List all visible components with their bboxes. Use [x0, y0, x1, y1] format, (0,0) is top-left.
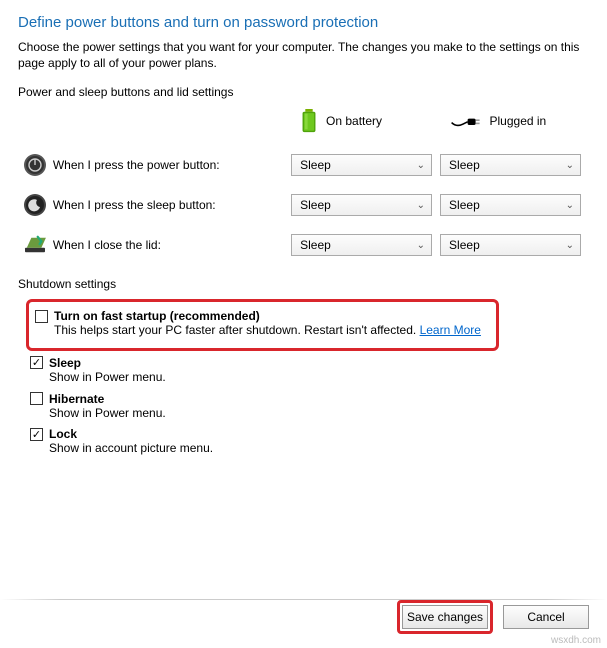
chevron-down-icon: ⌄ — [566, 240, 574, 251]
hibernate-checkbox[interactable] — [30, 392, 43, 405]
shutdown-section-label: Shutdown settings — [18, 277, 589, 291]
close-lid-battery-dropdown[interactable]: Sleep⌄ — [291, 234, 432, 256]
cancel-button[interactable]: Cancel — [503, 605, 589, 629]
footer: Save changes Cancel — [397, 600, 589, 634]
sleep-item: ✓ Sleep Show in Power menu. — [18, 353, 589, 389]
fast-startup-label: Turn on fast startup (recommended) — [54, 309, 260, 323]
chevron-down-icon: ⌄ — [566, 160, 574, 171]
row-sleep-button: When I press the sleep button: Sleep⌄ Sl… — [18, 185, 589, 225]
sleep-checkbox[interactable]: ✓ — [30, 356, 43, 369]
section-label: Power and sleep buttons and lid settings — [18, 85, 589, 99]
power-button-plugged-dropdown[interactable]: Sleep⌄ — [440, 154, 581, 176]
row-power-button: When I press the power button: Sleep⌄ Sl… — [18, 145, 589, 185]
row-label: When I press the sleep button: — [53, 198, 291, 212]
fast-startup-desc: This helps start your PC faster after sh… — [54, 323, 490, 339]
col-battery-label: On battery — [326, 114, 382, 128]
save-button[interactable]: Save changes — [402, 605, 488, 629]
lock-item: ✓ Lock Show in account picture menu. — [18, 424, 589, 460]
plug-icon — [450, 111, 482, 131]
laptop-lid-icon — [22, 235, 48, 255]
col-plugged-label: Plugged in — [490, 114, 547, 128]
chevron-down-icon: ⌄ — [417, 160, 425, 171]
fast-startup-item: Turn on fast startup (recommended) This … — [35, 306, 490, 342]
lock-checkbox[interactable]: ✓ — [30, 428, 43, 441]
close-lid-plugged-dropdown[interactable]: Sleep⌄ — [440, 234, 581, 256]
sleep-desc: Show in Power menu. — [49, 370, 589, 386]
power-button-icon — [23, 153, 47, 177]
row-label: When I press the power button: — [53, 158, 291, 172]
sleep-button-plugged-dropdown[interactable]: Sleep⌄ — [440, 194, 581, 216]
battery-icon — [300, 109, 318, 133]
row-label: When I close the lid: — [53, 238, 291, 252]
page-subtitle: Choose the power settings that you want … — [18, 39, 589, 71]
lock-label: Lock — [49, 427, 77, 441]
page-title: Define power buttons and turn on passwor… — [18, 14, 589, 31]
lock-desc: Show in account picture menu. — [49, 441, 589, 457]
chevron-down-icon: ⌄ — [417, 240, 425, 251]
hibernate-item: Hibernate Show in Power menu. — [18, 389, 589, 425]
watermark: wsxdh.com — [551, 635, 601, 646]
highlight-save: Save changes — [397, 600, 493, 634]
hibernate-desc: Show in Power menu. — [49, 406, 589, 422]
sleep-button-icon — [23, 193, 47, 217]
row-close-lid: When I close the lid: Sleep⌄ Sleep⌄ — [18, 225, 589, 265]
highlight-fast-startup: Turn on fast startup (recommended) This … — [26, 299, 499, 351]
chevron-down-icon: ⌄ — [566, 200, 574, 211]
sleep-label: Sleep — [49, 356, 81, 370]
chevron-down-icon: ⌄ — [417, 200, 425, 211]
learn-more-link[interactable]: Learn More — [420, 323, 481, 337]
column-headers: On battery Plugged in — [18, 109, 589, 133]
fast-startup-checkbox[interactable] — [35, 310, 48, 323]
hibernate-label: Hibernate — [49, 392, 104, 406]
sleep-button-battery-dropdown[interactable]: Sleep⌄ — [291, 194, 432, 216]
power-button-battery-dropdown[interactable]: Sleep⌄ — [291, 154, 432, 176]
